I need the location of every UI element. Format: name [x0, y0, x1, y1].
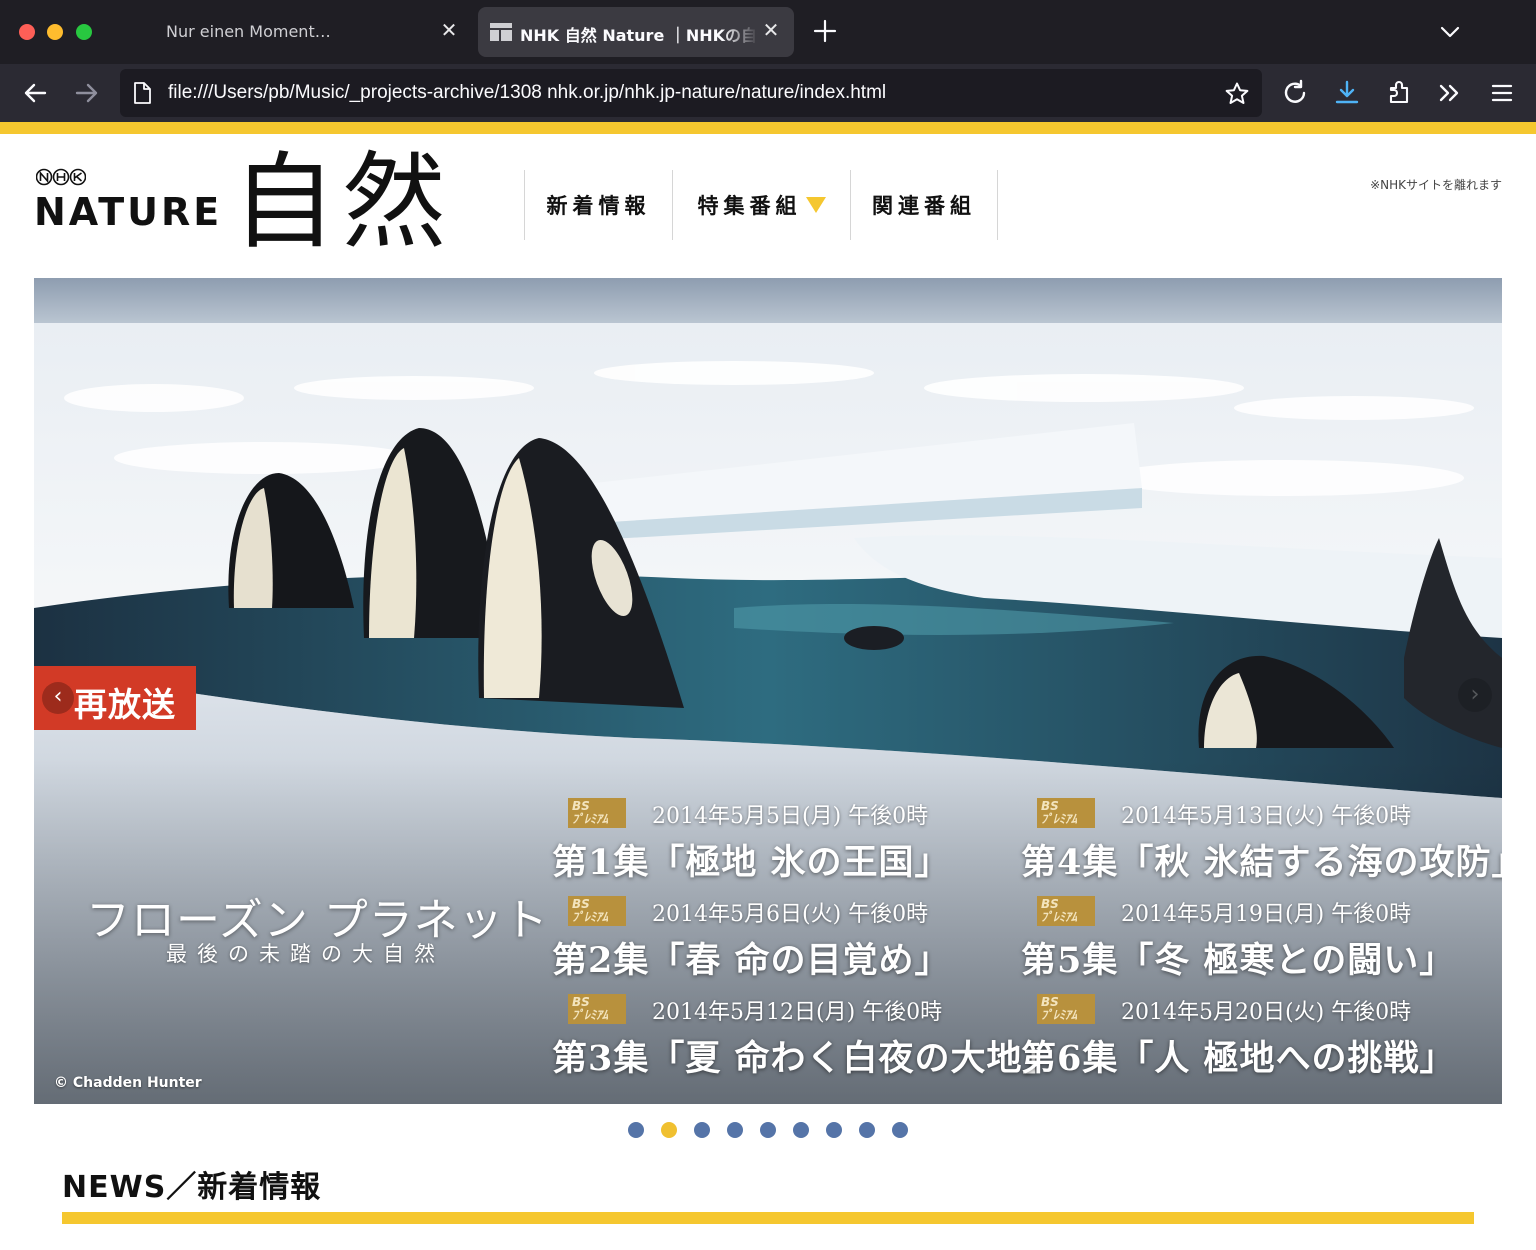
carousel-dot[interactable]	[826, 1122, 842, 1138]
episode-title: 第3集「夏 命わく白夜の大地」	[552, 1038, 1059, 1079]
episode-date: 2014年5月12日(月) 午後0時	[652, 1000, 943, 1025]
tab-title: Nur einen Moment…	[166, 22, 331, 41]
reload-icon[interactable]	[1280, 78, 1310, 108]
extensions-puzzle-icon[interactable]	[1384, 78, 1414, 108]
series-subtitle: 最後の未踏の大自然	[166, 942, 445, 966]
external-link-note: ※NHKサイトを離れます	[1370, 178, 1502, 192]
episode-item[interactable]: BS ﾌﾟﾚﾐｱﾑ 2014年5月20日(火) 午後0時 第6集「人 極地への挑戦…	[1021, 990, 1491, 1082]
page-icon	[134, 82, 151, 104]
bookmark-star-icon[interactable]	[1224, 81, 1250, 107]
carousel-dot-active[interactable]	[661, 1122, 677, 1138]
episode-date: 2014年5月6日(火) 午後0時	[652, 902, 929, 927]
window-zoom-button[interactable]	[76, 24, 92, 40]
carousel-dot[interactable]	[793, 1122, 809, 1138]
news-heading: NEWS／新着情報	[62, 1170, 322, 1205]
close-icon[interactable]: ✕	[438, 19, 460, 41]
nav-item-related[interactable]: 関連番組	[850, 170, 998, 240]
nav-label: 新着情報	[546, 194, 651, 218]
browser-tab-active[interactable]: NHK 自然 Nature ｜NHKの自然番組 ✕	[478, 7, 794, 57]
episode-title: 第2集「春 命の目覚め」	[552, 940, 951, 981]
dropdown-triangle-icon	[805, 197, 826, 213]
carousel-dot[interactable]	[694, 1122, 710, 1138]
bs-premium-badge: BS ﾌﾟﾚﾐｱﾑ	[568, 994, 626, 1024]
bs-premium-badge: BS ﾌﾟﾚﾐｱﾑ	[1037, 798, 1095, 828]
episode-title: 第4集「秋 氷結する海の攻防」	[1021, 842, 1502, 883]
carousel-dot[interactable]	[727, 1122, 743, 1138]
carousel-dot[interactable]	[760, 1122, 776, 1138]
bs-premium-badge: BS ﾌﾟﾚﾐｱﾑ	[1037, 994, 1095, 1024]
overflow-chevrons-icon[interactable]	[1435, 78, 1465, 108]
chevron-left-icon[interactable]: ‹	[42, 682, 74, 714]
carousel-dot[interactable]	[859, 1122, 875, 1138]
rebroadcast-badge: ‹ 再放送	[34, 666, 196, 730]
tab-title: NHK 自然 Nature ｜NHKの自然番組	[520, 26, 758, 45]
nature-favicon-icon	[490, 23, 512, 41]
forward-arrow-icon[interactable]	[72, 78, 102, 108]
browser-tab[interactable]: Nur einen Moment… ✕	[150, 7, 468, 57]
episode-item[interactable]: BS ﾌﾟﾚﾐｱﾑ 2014年5月13日(火) 午後0時 第4集「秋 氷結する海の…	[1021, 794, 1502, 886]
chevron-right-icon[interactable]: ›	[1458, 678, 1492, 712]
global-nav: 新着情報 特集番組 関連番組	[524, 170, 998, 240]
bs-premium-badge: BS ﾌﾟﾚﾐｱﾑ	[568, 798, 626, 828]
episode-item[interactable]: BS ﾌﾟﾚﾐｱﾑ 2014年5月12日(月) 午後0時 第3集「夏 命わく白夜の…	[552, 990, 1058, 1082]
hero-carousel[interactable]: ‹ 再放送 › フローズン プラネット 最後の未踏の大自然 © Chadden …	[34, 278, 1502, 1104]
window-close-button[interactable]	[19, 24, 35, 40]
episode-item[interactable]: BS ﾌﾟﾚﾐｱﾑ 2014年5月5日(月) 午後0時 第1集「極地 氷の王国」	[552, 794, 1022, 886]
browser-tab-bar: Nur einen Moment… ✕ NHK 自然 Nature ｜NHKの自…	[0, 0, 1536, 64]
nav-item-news[interactable]: 新着情報	[524, 170, 672, 240]
nhk-logo[interactable]	[36, 168, 86, 186]
carousel-dot[interactable]	[628, 1122, 644, 1138]
carousel-dot[interactable]	[892, 1122, 908, 1138]
rebroadcast-label: 再放送	[74, 685, 176, 724]
episode-title: 第1集「極地 氷の王国」	[552, 842, 951, 883]
carousel-pagination	[628, 1122, 908, 1138]
episode-date: 2014年5月5日(月) 午後0時	[652, 804, 929, 829]
photo-credit: © Chadden Hunter	[54, 1075, 202, 1091]
bs-premium-badge: BS ﾌﾟﾚﾐｱﾑ	[1037, 896, 1095, 926]
news-underline	[62, 1212, 1474, 1224]
episode-date: 2014年5月20日(火) 午後0時	[1121, 1000, 1412, 1025]
episode-title: 第6集「人 極地への挑戦」	[1021, 1038, 1456, 1079]
episode-title: 第5集「冬 極寒との闘い」	[1021, 940, 1456, 981]
episode-item[interactable]: BS ﾌﾟﾚﾐｱﾑ 2014年5月6日(火) 午後0時 第2集「春 命の目覚め」	[552, 892, 1022, 984]
episode-date: 2014年5月19日(月) 午後0時	[1121, 902, 1412, 927]
nav-label: 特集番組	[697, 194, 802, 218]
chevron-down-icon[interactable]	[1438, 22, 1462, 42]
site-logo-shizen[interactable]: 自然	[232, 140, 452, 265]
back-arrow-icon[interactable]	[20, 78, 50, 108]
menu-hamburger-icon[interactable]	[1487, 78, 1517, 108]
new-tab-plus-icon[interactable]	[812, 18, 838, 44]
download-icon[interactable]	[1332, 78, 1362, 108]
close-icon[interactable]: ✕	[760, 19, 782, 41]
nav-label: 関連番組	[872, 194, 976, 218]
episode-date: 2014年5月13日(火) 午後0時	[1121, 804, 1412, 829]
browser-toolbar: file:///Users/pb/Music/_projects-archive…	[0, 64, 1536, 122]
site-logo-nature[interactable]: NATURE	[34, 190, 222, 234]
header-accent-bar	[0, 122, 1536, 134]
window-minimize-button[interactable]	[47, 24, 63, 40]
address-bar[interactable]: file:///Users/pb/Music/_projects-archive…	[120, 69, 1262, 117]
url-text[interactable]: file:///Users/pb/Music/_projects-archive…	[168, 82, 886, 104]
bs-premium-badge: BS ﾌﾟﾚﾐｱﾑ	[568, 896, 626, 926]
nav-item-specials[interactable]: 特集番組	[672, 170, 850, 240]
episode-item[interactable]: BS ﾌﾟﾚﾐｱﾑ 2014年5月19日(月) 午後0時 第5集「冬 極寒との闘い…	[1021, 892, 1491, 984]
